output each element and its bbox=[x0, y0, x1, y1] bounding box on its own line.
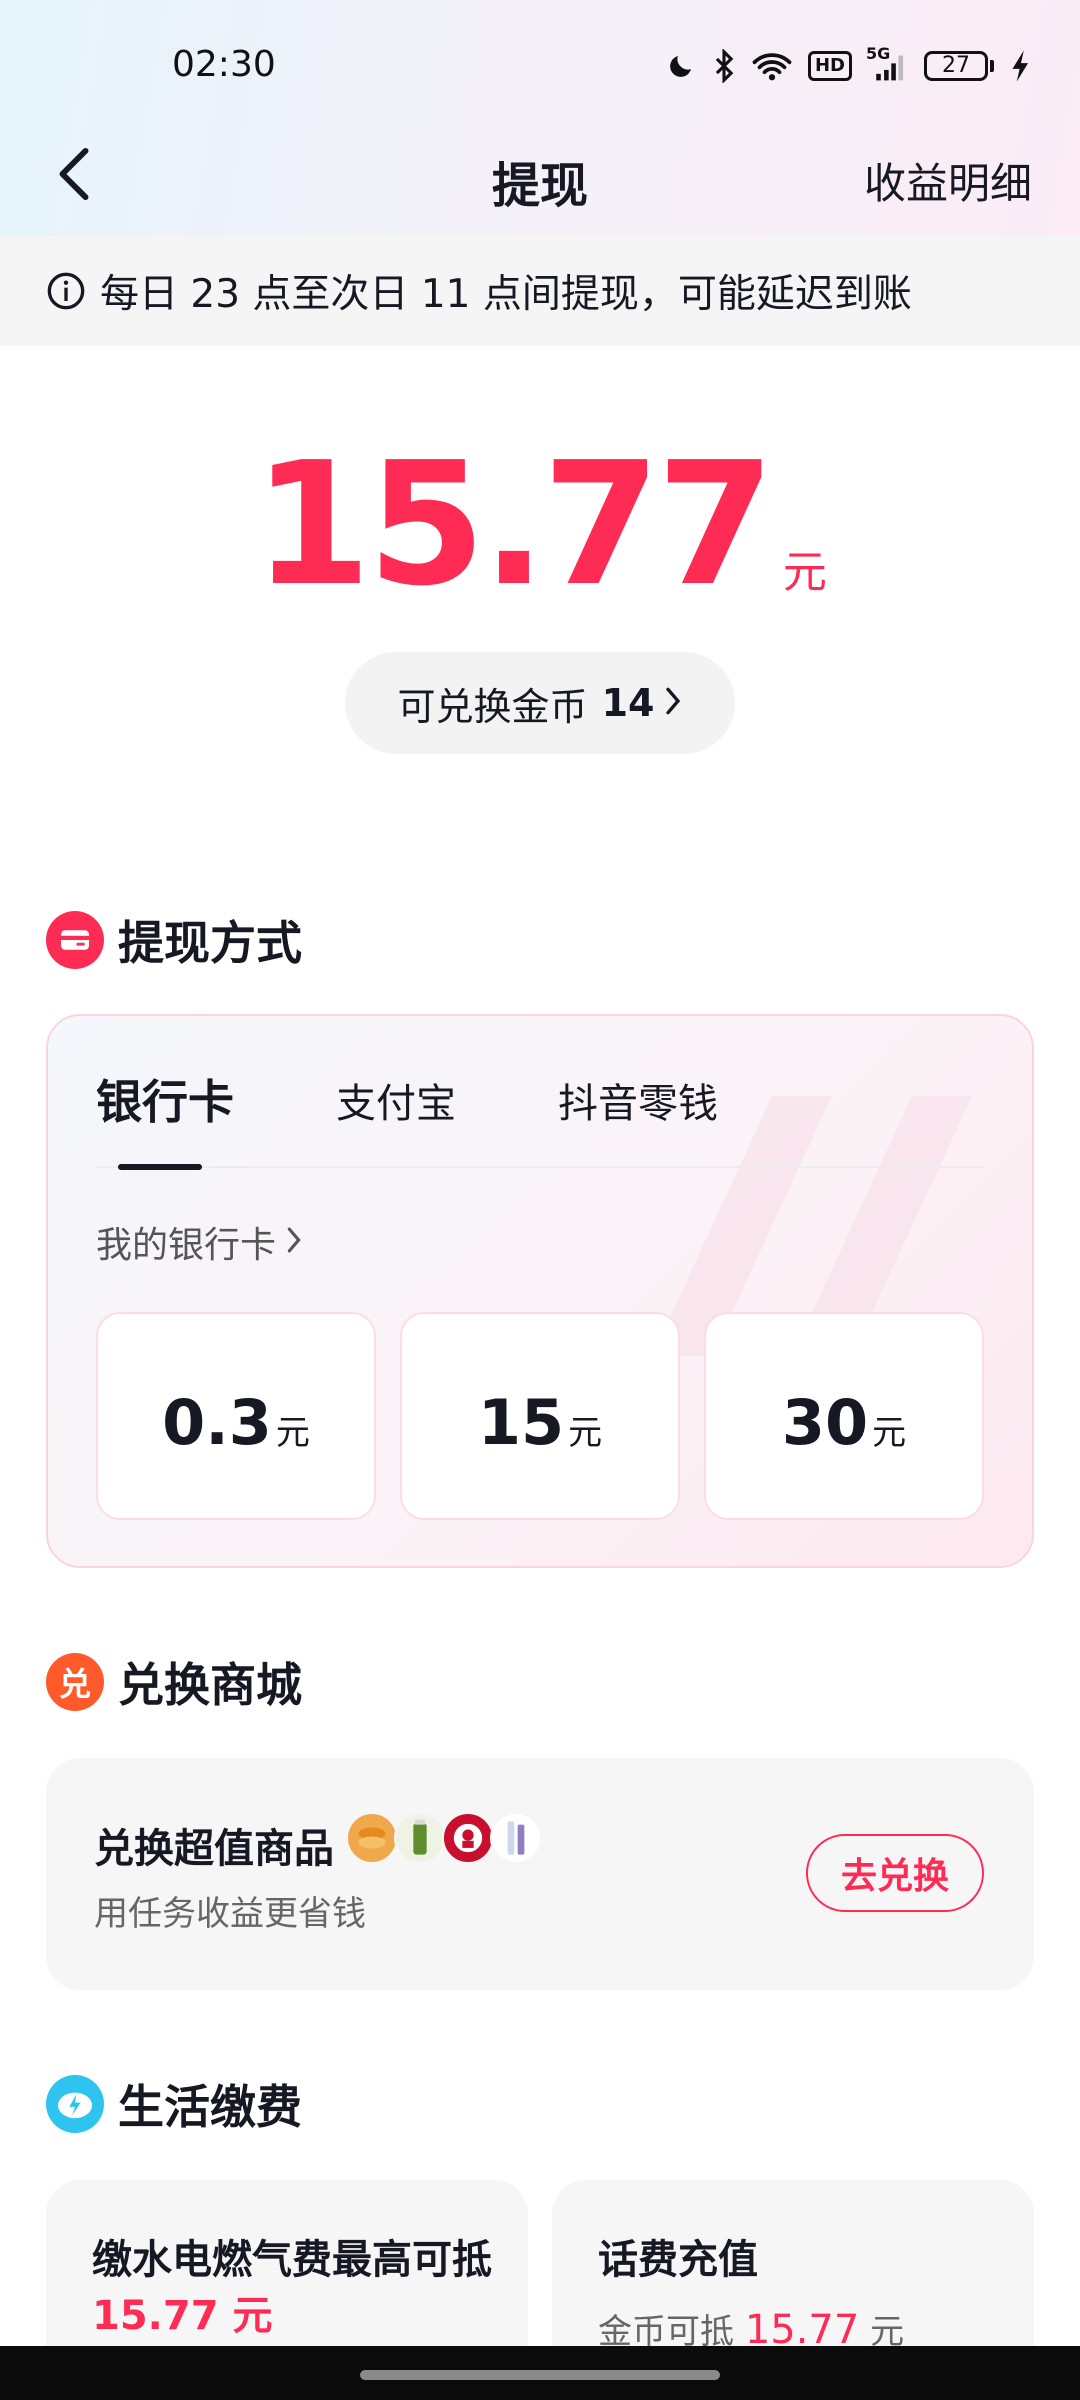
notice-text: 每日 23 点至次日 11 点间提现，可能延迟到账 bbox=[100, 272, 912, 317]
utility-bill-amount: 15.77 元 bbox=[92, 2293, 273, 2339]
charging-icon bbox=[1010, 46, 1032, 86]
tab-alipay[interactable]: 支付宝 bbox=[336, 1074, 456, 1134]
exchange-title: 兑换超值商品 bbox=[94, 1826, 334, 1872]
coin-count: 14 bbox=[601, 681, 655, 725]
bluetooth-icon bbox=[712, 46, 736, 86]
phone-recharge-title: 话费充值 bbox=[598, 2237, 758, 2283]
withdraw-section-header: 提现方式 bbox=[46, 910, 302, 970]
kfc-icon bbox=[442, 1812, 494, 1864]
amount-options: 0.3 元 15 元 30 元 bbox=[96, 1312, 984, 1520]
exchange-section-title: 兑换商城 bbox=[118, 1658, 302, 1712]
my-bank-card-label: 我的银行卡 bbox=[96, 1225, 277, 1266]
tab-bank-card[interactable]: 银行卡 bbox=[96, 1072, 234, 1132]
coin-exchange-button[interactable]: 可兑换金币 14 bbox=[345, 652, 735, 754]
amount-unit: 元 bbox=[568, 1413, 603, 1453]
coin-label: 可兑换金币 bbox=[397, 684, 588, 729]
exchange-icon-glyph: 兑 bbox=[58, 1665, 91, 1703]
info-icon bbox=[47, 272, 85, 310]
battery-icon: 27 bbox=[924, 51, 994, 81]
nav-bar: 提现 收益明细 bbox=[0, 120, 1080, 236]
withdraw-card: 银行卡 支付宝 抖音零钱 我的银行卡 0.3 元 15 元 30 元 bbox=[46, 1014, 1034, 1568]
balance-amount: 15.77 bbox=[253, 426, 775, 624]
earnings-detail-link[interactable]: 收益明细 bbox=[864, 150, 1032, 211]
amount-option[interactable]: 30 元 bbox=[704, 1312, 984, 1520]
notice-banner: 每日 23 点至次日 11 点间提现，可能延迟到账 bbox=[0, 236, 1080, 346]
my-bank-card-link[interactable]: 我的银行卡 bbox=[96, 1216, 302, 1268]
amount-value: 15 bbox=[477, 1386, 565, 1459]
moon-icon bbox=[666, 46, 696, 86]
battery-level: 27 bbox=[924, 51, 988, 81]
bolt-icon bbox=[46, 2075, 104, 2133]
amount-unit: 元 bbox=[275, 1413, 310, 1453]
home-gesture-handle[interactable] bbox=[360, 2370, 720, 2380]
status-icons: HD 5G 27 bbox=[666, 44, 1032, 88]
hd-icon: HD bbox=[807, 51, 852, 81]
wifi-icon bbox=[752, 46, 792, 86]
wallet-icon bbox=[46, 911, 104, 969]
exchange-icon: 兑 bbox=[46, 1653, 104, 1711]
go-exchange-button[interactable]: 去兑换 bbox=[806, 1834, 984, 1912]
balance-unit: 元 bbox=[782, 547, 827, 598]
amount-option[interactable]: 0.3 元 bbox=[96, 1312, 376, 1520]
status-bar: 02:30 HD 5G 27 bbox=[0, 0, 1080, 120]
drink-icon bbox=[394, 1812, 446, 1864]
balance-display: 15.77 元 bbox=[0, 440, 1080, 620]
utility-bill-title-text: 缴水电燃气费最高可抵 bbox=[92, 2237, 492, 2283]
amount-unit: 元 bbox=[872, 1413, 907, 1453]
chevron-right-icon bbox=[286, 1222, 302, 1263]
signal-icon: 5G bbox=[866, 44, 908, 86]
network-type-label: 5G bbox=[866, 44, 891, 63]
bills-section-title: 生活缴费 bbox=[118, 2080, 302, 2134]
exchange-subtitle: 用任务收益更省钱 bbox=[94, 1894, 366, 1934]
amount-value: 0.3 bbox=[162, 1386, 272, 1459]
amount-value: 30 bbox=[781, 1386, 869, 1459]
snack-icon bbox=[346, 1812, 398, 1864]
withdraw-tabs: 银行卡 支付宝 抖音零钱 bbox=[96, 1072, 820, 1132]
toothpaste-icon bbox=[490, 1812, 542, 1864]
withdraw-page: 02:30 HD 5G 27 提现 收益明细 每日 23 点至次日 11 点间提… bbox=[0, 0, 1080, 2400]
status-time: 02:30 bbox=[172, 44, 276, 85]
utility-bill-title: 缴水电燃气费最高可抵 15.77 元 bbox=[92, 2232, 502, 2344]
tab-douyin-wallet[interactable]: 抖音零钱 bbox=[558, 1074, 718, 1134]
withdraw-section-title: 提现方式 bbox=[118, 916, 302, 970]
tab-divider bbox=[96, 1166, 984, 1168]
active-tab-indicator bbox=[118, 1164, 202, 1170]
exchange-section-header: 兑 兑换商城 bbox=[46, 1652, 302, 1712]
exchange-card[interactable]: 兑换超值商品 用任务收益更省钱 去兑换 bbox=[46, 1758, 1034, 1990]
product-thumbnails bbox=[346, 1812, 542, 1864]
amount-option[interactable]: 15 元 bbox=[400, 1312, 680, 1520]
bills-section-header: 生活缴费 bbox=[46, 2074, 302, 2134]
chevron-right-icon bbox=[664, 681, 682, 725]
